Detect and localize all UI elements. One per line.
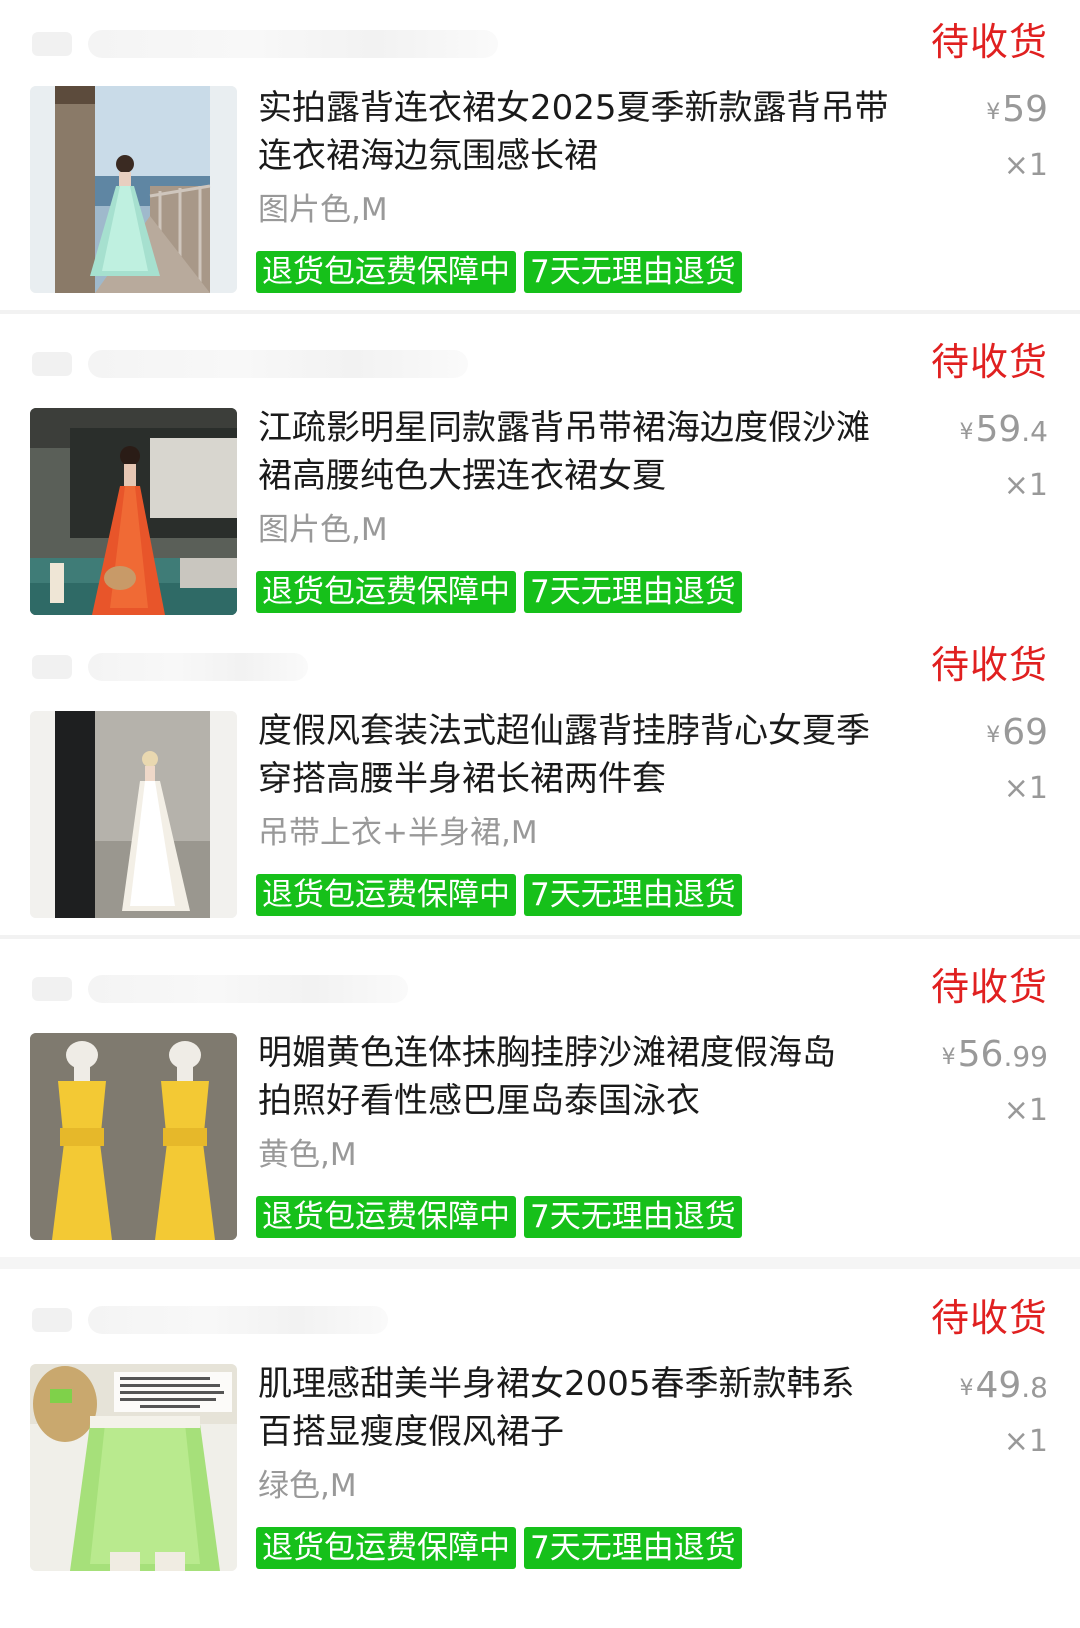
product-thumbnail[interactable] — [30, 1364, 237, 1571]
order-card[interactable]: 待收货 实拍露背连衣裙女2025夏季新款露背吊带连衣裙海边氛围感长裙 图片色,M… — [0, 0, 1080, 312]
service-tags: 退货包运费保障中 7天无理由退货 — [256, 1196, 750, 1238]
order-card[interactable]: 待收货 江疏影明星同款露背吊带裙海边度假沙滩裙高腰纯色大摆连衣裙女夏 图片色,M — [0, 320, 1080, 632]
seven-day-return-tag: 7天无理由退货 — [524, 1196, 742, 1238]
product-price: ¥49.8 — [959, 1366, 1048, 1409]
product-spec: 黄色,M — [258, 1137, 357, 1173]
order-status: 待收货 — [930, 1296, 1048, 1340]
product-photo-orange-dress — [30, 408, 237, 615]
freight-insurance-tag: 退货包运费保障中 — [256, 1196, 516, 1238]
price-integer: 59 — [1002, 89, 1048, 130]
product-price: ¥56.99 — [942, 1035, 1048, 1078]
service-tags: 退货包运费保障中 7天无理由退货 — [256, 251, 750, 293]
order-card[interactable]: 待收货 明媚黄色连体抹胸挂脖沙滩裙度假海岛拍照好看性感巴厘岛泰国泳衣 黄色,M … — [0, 945, 1080, 1257]
price-decimal: .4 — [1021, 415, 1048, 448]
product-price: ¥69 — [986, 713, 1048, 756]
shop-name-blurred — [32, 645, 512, 685]
product-photo-yellow-dress — [30, 1033, 237, 1240]
order-status: 待收货 — [930, 340, 1048, 384]
price-integer: 59 — [975, 409, 1022, 450]
product-photo-mint-dress — [30, 86, 237, 293]
service-tags: 退货包运费保障中 7天无理由退货 — [256, 571, 750, 613]
shop-name-blurred — [32, 342, 512, 382]
freight-insurance-tag: 退货包运费保障中 — [256, 874, 516, 916]
shop-name-blurred — [32, 967, 512, 1007]
product-quantity: ×1 — [1003, 1424, 1048, 1459]
product-price: ¥59 — [986, 90, 1048, 133]
price-integer: 49 — [975, 1365, 1022, 1406]
currency-symbol: ¥ — [986, 100, 1001, 125]
product-quantity: ×1 — [1003, 468, 1048, 503]
order-status: 待收货 — [930, 965, 1048, 1009]
freight-insurance-tag: 退货包运费保障中 — [256, 1527, 516, 1569]
product-quantity: ×1 — [1003, 771, 1048, 806]
order-status: 待收货 — [930, 643, 1048, 687]
product-title[interactable]: 明媚黄色连体抹胸挂脖沙滩裙度假海岛拍照好看性感巴厘岛泰国泳衣 — [258, 1029, 868, 1125]
product-title[interactable]: 肌理感甜美半身裙女2005春季新款韩系百搭显瘦度假风裙子 — [258, 1360, 888, 1456]
product-thumbnail[interactable] — [30, 86, 237, 293]
seven-day-return-tag: 7天无理由退货 — [524, 571, 742, 613]
product-spec: 图片色,M — [258, 512, 388, 548]
price-decimal: .8 — [1021, 1371, 1048, 1404]
price-integer: 56 — [957, 1034, 1004, 1075]
service-tags: 退货包运费保障中 7天无理由退货 — [256, 874, 750, 916]
order-list-page: 待收货 实拍露背连衣裙女2025夏季新款露背吊带连衣裙海边氛围感长裙 图片色,M… — [0, 0, 1080, 1628]
freight-insurance-tag: 退货包运费保障中 — [256, 571, 516, 613]
product-spec: 绿色,M — [258, 1468, 357, 1504]
price-integer: 69 — [1002, 712, 1048, 753]
seven-day-return-tag: 7天无理由退货 — [524, 251, 742, 293]
product-title[interactable]: 江疏影明星同款露背吊带裙海边度假沙滩裙高腰纯色大摆连衣裙女夏 — [258, 404, 888, 500]
currency-symbol: ¥ — [941, 1045, 956, 1070]
product-spec: 吊带上衣+半身裙,M — [258, 815, 538, 851]
product-title[interactable]: 实拍露背连衣裙女2025夏季新款露背吊带连衣裙海边氛围感长裙 — [258, 84, 908, 180]
freight-insurance-tag: 退货包运费保障中 — [256, 251, 516, 293]
order-divider — [0, 310, 1080, 314]
order-status: 待收货 — [930, 20, 1048, 64]
order-card[interactable]: 待收货 度假风套装法式超仙露背挂脖背心女夏季穿搭高腰半身裙长裙两件套 吊带上衣+… — [0, 623, 1080, 935]
product-spec: 图片色,M — [258, 192, 388, 228]
order-divider — [0, 935, 1080, 939]
product-photo-green-skirt — [30, 1364, 237, 1571]
shop-name-blurred — [32, 1298, 512, 1338]
product-photo-white-dress — [30, 711, 237, 918]
order-divider — [0, 1257, 1080, 1269]
order-card[interactable]: 待收货 肌理感甜美半身裙女2005春季新款韩系百搭显瘦度假风裙子 绿色,M 退货… — [0, 1276, 1080, 1628]
currency-symbol: ¥ — [986, 723, 1001, 748]
product-thumbnail[interactable] — [30, 711, 237, 918]
seven-day-return-tag: 7天无理由退货 — [524, 1527, 742, 1569]
product-title[interactable]: 度假风套装法式超仙露背挂脖背心女夏季穿搭高腰半身裙长裙两件套 — [258, 707, 888, 803]
service-tags: 退货包运费保障中 7天无理由退货 — [256, 1527, 750, 1569]
product-price: ¥59.4 — [959, 410, 1048, 453]
product-thumbnail[interactable] — [30, 408, 237, 615]
product-thumbnail[interactable] — [30, 1033, 237, 1240]
seven-day-return-tag: 7天无理由退货 — [524, 874, 742, 916]
shop-name-blurred — [32, 22, 512, 62]
price-decimal: .99 — [1003, 1040, 1048, 1073]
product-quantity: ×1 — [1003, 1093, 1048, 1128]
product-quantity: ×1 — [1003, 148, 1048, 183]
currency-symbol: ¥ — [959, 420, 974, 445]
currency-symbol: ¥ — [959, 1376, 974, 1401]
